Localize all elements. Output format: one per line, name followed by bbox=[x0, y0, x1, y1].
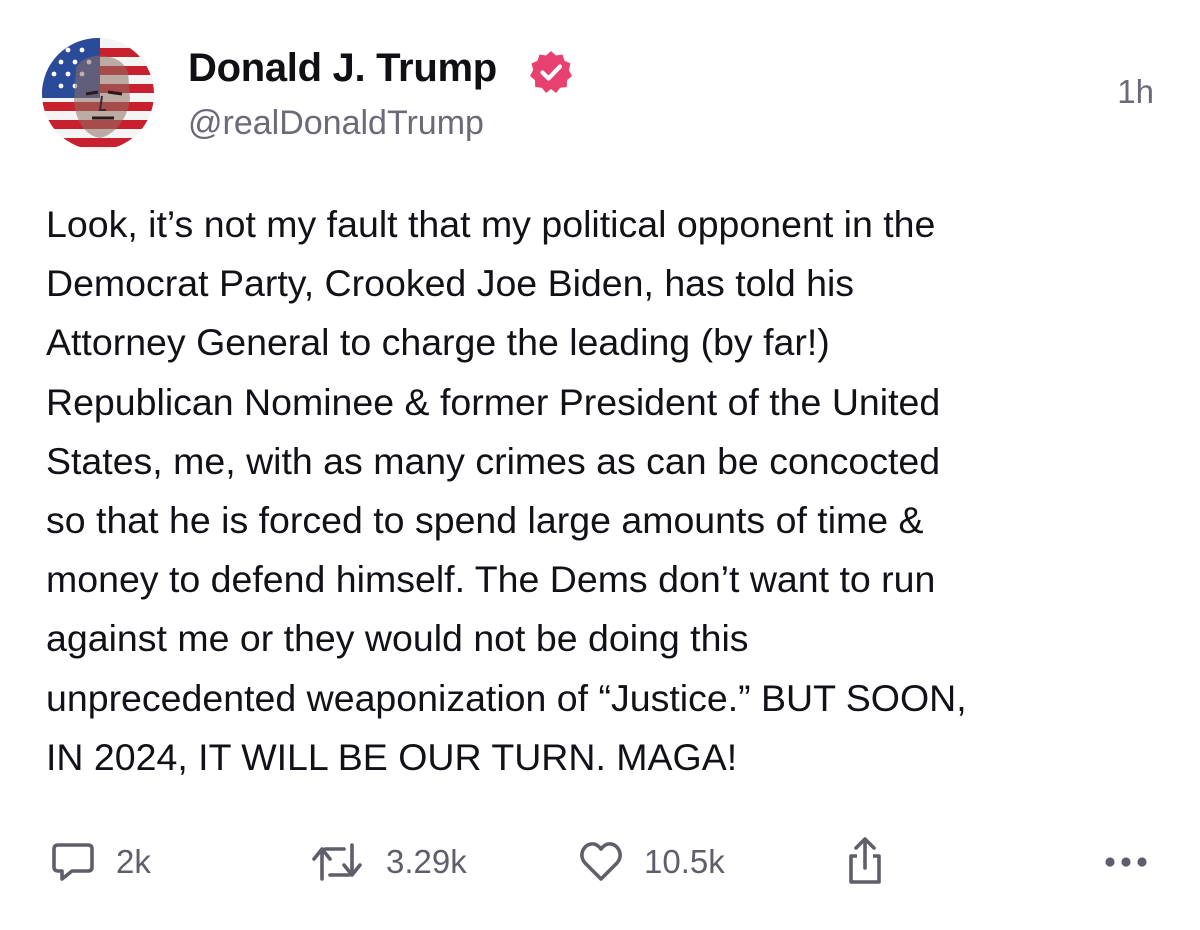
post-card: Donald J. Trump @realDonaldTrump 1h Look… bbox=[0, 0, 1200, 930]
reply-button[interactable]: 2k bbox=[50, 830, 151, 894]
post-action-bar: 2k 3.29k 10.5k bbox=[0, 830, 1200, 894]
post-body-line: States, me, with as many crimes as can b… bbox=[46, 439, 941, 482]
post-timestamp[interactable]: 1h bbox=[1117, 73, 1154, 111]
author-display-name[interactable]: Donald J. Trump bbox=[188, 46, 497, 91]
share-icon bbox=[849, 837, 881, 884]
share-button[interactable] bbox=[843, 830, 887, 894]
post-body-line: against me or they would not be doing th… bbox=[46, 617, 749, 660]
more-options-icon bbox=[1105, 857, 1147, 867]
reply-count: 2k bbox=[116, 843, 151, 880]
author-handle[interactable]: @realDonaldTrump bbox=[188, 104, 484, 143]
post-body-line: so that he is forced to spend large amou… bbox=[46, 499, 924, 542]
post-body-line: Attorney General to charge the leading (… bbox=[46, 321, 830, 364]
post-body-line: IN 2024, IT WILL BE OUR TURN. MAGA! bbox=[46, 735, 738, 778]
post-body-line: money to defend himself. The Dems don’t … bbox=[46, 558, 936, 601]
avatar-image bbox=[42, 38, 154, 150]
author-avatar[interactable] bbox=[42, 38, 154, 150]
post-body-line: unprecedented weaponization of “Justice.… bbox=[46, 676, 967, 719]
heart-icon bbox=[580, 842, 622, 881]
verified-badge-icon bbox=[530, 51, 572, 93]
like-button[interactable]: 10.5k bbox=[578, 830, 725, 894]
repost-icon bbox=[312, 843, 362, 881]
post-body: Look, it’s not my fault that my politica… bbox=[46, 195, 1166, 787]
post-body-line: Republican Nominee & former President of… bbox=[46, 380, 941, 423]
comment-icon bbox=[52, 843, 94, 881]
repost-count: 3.29k bbox=[386, 843, 467, 880]
more-options-button[interactable] bbox=[1102, 830, 1150, 894]
post-body-line: Look, it’s not my fault that my politica… bbox=[46, 203, 936, 245]
post-body-line: Democrat Party, Crooked Joe Biden, has t… bbox=[46, 262, 855, 305]
like-count: 10.5k bbox=[644, 843, 725, 880]
repost-button[interactable]: 3.29k bbox=[308, 830, 467, 894]
